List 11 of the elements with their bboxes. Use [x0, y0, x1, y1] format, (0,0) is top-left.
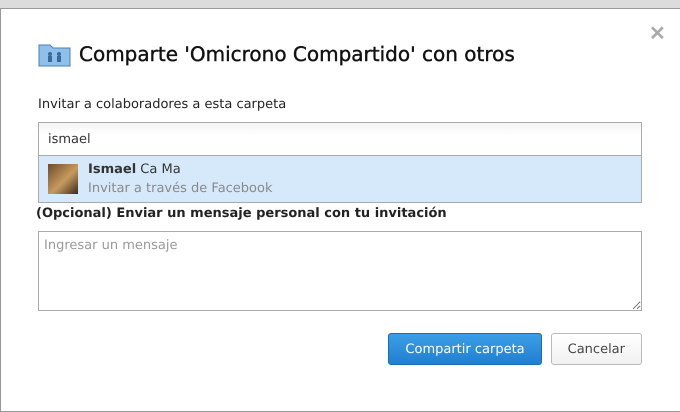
invite-label: Invitar a colaboradores a esta carpeta	[38, 97, 288, 112]
suggestion-item[interactable]: Ismael Ca Ma Invitar a través de Facebook	[39, 155, 641, 202]
avatar-photo-placeholder	[48, 164, 78, 194]
message-label: (Opcional) Enviar un mensaje personal con tu invitación	[36, 206, 448, 221]
invite-input-field[interactable]: ismael	[38, 122, 642, 155]
cancel-button[interactable]: Cancelar	[550, 333, 642, 365]
dialog-title: Comparte 'Omicrono Compartido' con otros	[79, 42, 515, 66]
message-field[interactable]: Ingresar un mensaje	[38, 231, 642, 311]
contact-name: Ismael Ca Ma	[88, 162, 182, 177]
share-folder-button[interactable]: Compartir carpeta	[388, 333, 542, 365]
invite-via-text: Invitar a través de Facebook	[88, 181, 272, 196]
